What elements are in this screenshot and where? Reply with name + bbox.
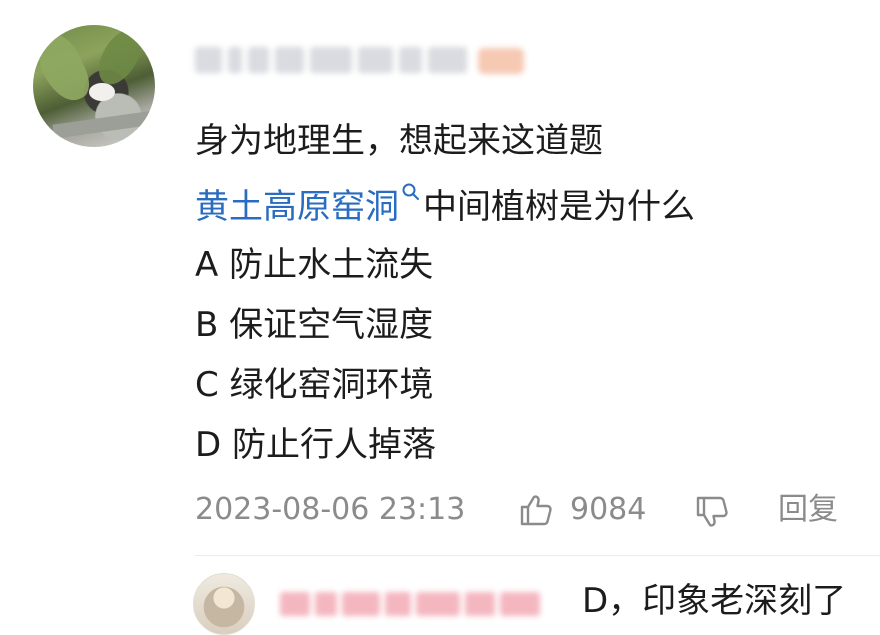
replier-username-blurred[interactable] bbox=[280, 590, 545, 618]
divider bbox=[195, 555, 880, 556]
topic-link[interactable]: 黄土高原窑洞 bbox=[195, 187, 399, 227]
comment-line-1: 身为地理生，想起来这道题 bbox=[195, 121, 603, 161]
comment-timestamp: 2023-08-06 23:13 bbox=[195, 492, 466, 527]
avatar-leaf bbox=[90, 25, 150, 92]
avatar-leaf bbox=[33, 27, 96, 109]
commenter-username-blurred[interactable] bbox=[195, 40, 467, 80]
thumbs-down-icon bbox=[696, 496, 728, 527]
question-text: 中间植树是为什么 bbox=[423, 187, 695, 227]
option-c: C 绿化窑洞环境 bbox=[195, 365, 434, 405]
option-b: B 保证空气湿度 bbox=[195, 305, 434, 345]
reply-button[interactable]: 回复 bbox=[778, 490, 838, 530]
replier-avatar[interactable] bbox=[193, 573, 255, 635]
like-button[interactable] bbox=[518, 492, 554, 528]
thumbs-up-icon bbox=[520, 495, 552, 526]
like-count: 9084 bbox=[570, 492, 647, 527]
search-icon[interactable] bbox=[401, 182, 421, 202]
option-d: D 防止行人掉落 bbox=[195, 425, 436, 465]
option-a: A 防止水土流失 bbox=[195, 245, 434, 285]
avatar-cat bbox=[89, 83, 115, 101]
dislike-button[interactable] bbox=[694, 494, 730, 530]
comment-question: 黄土高原窑洞 中间植树是为什么 bbox=[195, 182, 695, 230]
avatar-ledge bbox=[52, 109, 155, 139]
reply-text: D，印象老深刻了 bbox=[582, 581, 847, 621]
user-level-badge bbox=[478, 48, 524, 74]
commenter-avatar[interactable] bbox=[33, 25, 155, 147]
